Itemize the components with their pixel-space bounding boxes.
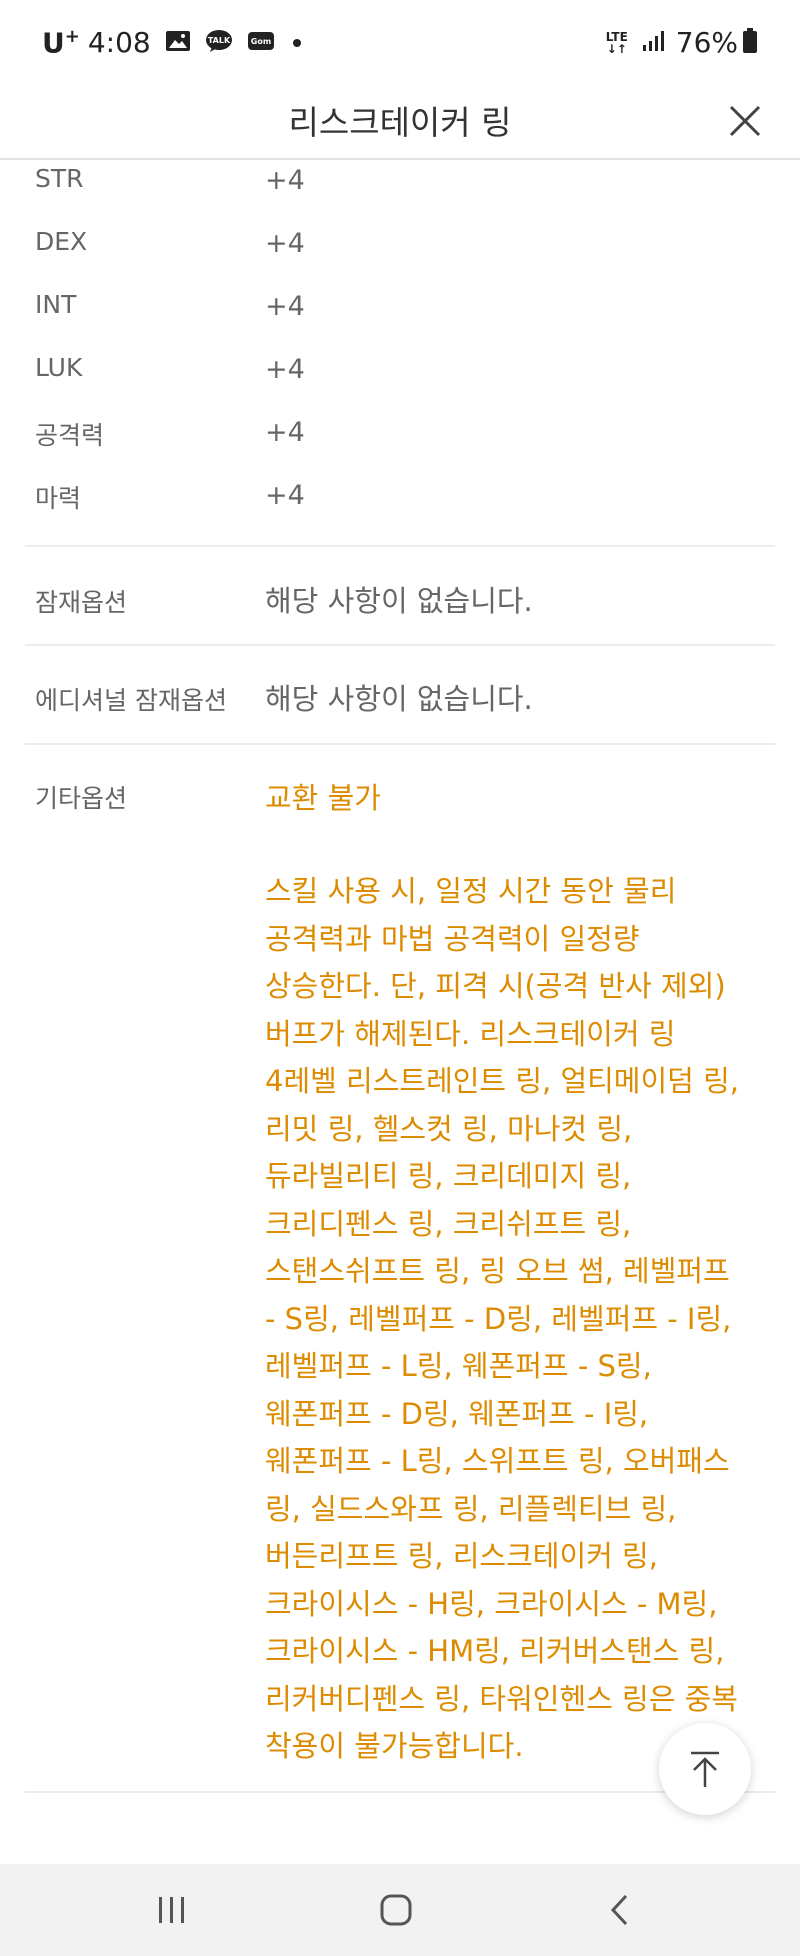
stat-label: INT [35,290,77,319]
dialog-header: 리스크테이커 링 [0,86,800,160]
recent-apps-button[interactable] [142,1886,202,1934]
potential-value: 해당 사항이 없습니다. [265,584,533,618]
arrow-up-icon [691,1751,719,1787]
kakaotalk-icon: TALK [205,29,233,57]
status-time: 4:08 [87,26,151,60]
potential-label: 잠재옵션 [35,588,128,617]
close-button[interactable] [720,96,770,146]
gom-icon: Gom [247,30,275,56]
home-button[interactable] [366,1886,426,1934]
trade-restriction: 교환 불가 [265,781,381,815]
svg-text:TALK: TALK [208,36,231,45]
status-bar: U+ 4:08 TALK Gom LTE ↓↑ 76% [0,0,800,86]
svg-text:Gom: Gom [251,37,271,46]
stat-row-magic: 마력 +4 [0,475,800,538]
recent-apps-icon [159,1897,184,1923]
stat-value: +4 [265,354,305,385]
back-button[interactable] [590,1886,650,1934]
back-icon [610,1894,628,1926]
stat-label: STR [35,164,84,193]
divider [25,644,775,646]
home-icon [380,1894,412,1926]
divider [25,1791,775,1793]
close-icon [729,105,761,137]
battery-percent: 76% [675,26,738,59]
divider [25,743,775,745]
dialog-title: 리스크테이커 링 [288,103,512,142]
stat-label: 마력 [35,484,82,513]
stat-value: +4 [265,291,305,322]
battery-icon [742,27,758,58]
stat-value: +4 [265,228,305,259]
stat-row-str: STR +4 [0,160,800,223]
additional-potential-label: 에디셔널 잠재옵션 [35,686,227,715]
stat-label: DEX [35,227,88,256]
stat-value: +4 [265,417,305,448]
scroll-to-top-button[interactable] [659,1723,751,1815]
etc-options-description: 스킬 사용 시, 일정 시간 동안 물리 공격력과 마법 공격력이 일정량 상승… [265,874,739,1763]
additional-potential-value: 해당 사항이 없습니다. [265,682,533,716]
stat-row-dex: DEX +4 [0,223,800,286]
divider [25,545,775,547]
stat-row-attack: 공격력 +4 [0,412,800,475]
etc-options-label: 기타옵션 [35,784,128,813]
signal-icon [642,30,666,56]
gallery-icon [165,30,191,56]
network-type: LTE ↓↑ [605,29,628,56]
stat-row-int: INT +4 [0,286,800,349]
stat-value: +4 [265,165,305,196]
stat-label: 공격력 [35,421,105,450]
stat-row-luk: LUK +4 [0,349,800,412]
stat-value: +4 [265,480,305,511]
notification-dot-icon [292,38,301,47]
carrier-label: U+ [42,26,80,60]
stat-label: LUK [35,353,83,382]
system-nav-bar [0,1864,800,1956]
